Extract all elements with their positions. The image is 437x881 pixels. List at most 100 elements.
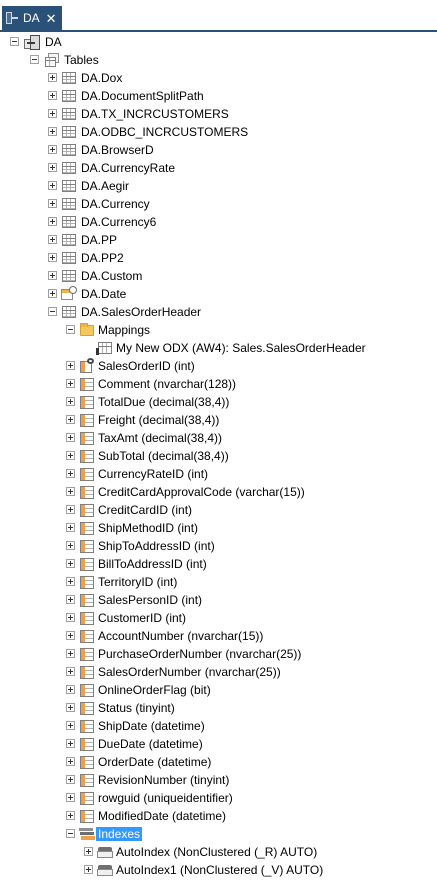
tree-node-label: SalesOrderID (int) xyxy=(98,359,195,373)
expand-toggle[interactable] xyxy=(66,595,75,604)
tab-da[interactable]: DA ✕ xyxy=(2,6,62,30)
expand-toggle[interactable] xyxy=(48,145,57,154)
expand-toggle[interactable] xyxy=(48,217,57,226)
expand-toggle[interactable] xyxy=(66,451,75,460)
expand-toggle[interactable] xyxy=(48,127,57,136)
collapse-toggle[interactable] xyxy=(66,325,75,334)
tree-node-column[interactable]: TerritoryID (int) xyxy=(0,573,437,591)
table-icon xyxy=(61,214,77,230)
project-tree[interactable]: DA Tables DA.Dox DA.DocumentSplitPath DA.T… xyxy=(0,32,437,881)
expand-toggle[interactable] xyxy=(66,685,75,694)
expand-toggle[interactable] xyxy=(66,541,75,550)
tree-node-tables[interactable]: Tables xyxy=(0,51,437,69)
tree-node-table-selected[interactable]: DA.SalesOrderHeader xyxy=(0,303,437,321)
expand-toggle[interactable] xyxy=(66,523,75,532)
tree-node-table[interactable]: DA.PP2 xyxy=(0,249,437,267)
tree-node-table[interactable]: DA.BrowserD xyxy=(0,141,437,159)
tree-node-column[interactable]: SalesOrderNumber (nvarchar(25)) xyxy=(0,663,437,681)
expand-toggle[interactable] xyxy=(66,703,75,712)
expand-toggle[interactable] xyxy=(66,793,75,802)
tree-node-table[interactable]: DA.ODBC_INCRCUSTOMERS xyxy=(0,123,437,141)
expand-toggle[interactable] xyxy=(48,73,57,82)
tree-node-column[interactable]: BillToAddressID (int) xyxy=(0,555,437,573)
expand-toggle[interactable] xyxy=(66,775,75,784)
expand-toggle[interactable] xyxy=(48,181,57,190)
expand-toggle[interactable] xyxy=(66,379,75,388)
tree-node-table[interactable]: DA.Dox xyxy=(0,69,437,87)
tree-node-column[interactable]: SalesOrderID (int) xyxy=(0,357,437,375)
expand-toggle[interactable] xyxy=(66,667,75,676)
tree-node-column[interactable]: OnlineOrderFlag (bit) xyxy=(0,681,437,699)
tree-node-column[interactable]: PurchaseOrderNumber (nvarchar(25)) xyxy=(0,645,437,663)
expand-toggle[interactable] xyxy=(84,847,93,856)
tree-node-table[interactable]: DA.Date xyxy=(0,285,437,303)
tree-node-table[interactable]: DA.Aegir xyxy=(0,177,437,195)
tree-node-mappings[interactable]: Mappings xyxy=(0,321,437,339)
expand-toggle[interactable] xyxy=(48,109,57,118)
tree-node-column[interactable]: Comment (nvarchar(128)) xyxy=(0,375,437,393)
tree-node-index[interactable]: AutoIndex (NonClustered (_R) AUTO) xyxy=(0,843,437,861)
expand-toggle[interactable] xyxy=(48,235,57,244)
tree-node-table[interactable]: DA.Currency xyxy=(0,195,437,213)
tree-node-column[interactable]: AccountNumber (nvarchar(15)) xyxy=(0,627,437,645)
tree-node-column[interactable]: rowguid (uniqueidentifier) xyxy=(0,789,437,807)
close-icon[interactable]: ✕ xyxy=(46,12,57,25)
table-icon xyxy=(61,250,77,266)
expand-toggle[interactable] xyxy=(66,631,75,640)
expand-toggle[interactable] xyxy=(66,649,75,658)
expand-toggle[interactable] xyxy=(66,397,75,406)
expand-toggle[interactable] xyxy=(66,505,75,514)
expand-toggle[interactable] xyxy=(66,739,75,748)
tree-node-index[interactable]: AutoIndex1 (NonClustered (_V) AUTO) xyxy=(0,861,437,879)
expand-toggle[interactable] xyxy=(84,865,93,874)
tree-node-column[interactable]: TotalDue (decimal(38,4)) xyxy=(0,393,437,411)
expand-toggle[interactable] xyxy=(66,469,75,478)
tree-node-column[interactable]: Freight (decimal(38,4)) xyxy=(0,411,437,429)
tree-node-root[interactable]: DA xyxy=(0,33,437,51)
tree-node-column[interactable]: ModifiedDate (datetime) xyxy=(0,807,437,825)
tree-node-label: DueDate (datetime) xyxy=(98,737,203,751)
tree-node-column[interactable]: Status (tinyint) xyxy=(0,699,437,717)
expand-toggle[interactable] xyxy=(66,757,75,766)
expand-toggle[interactable] xyxy=(48,91,57,100)
expand-toggle[interactable] xyxy=(66,559,75,568)
expand-toggle[interactable] xyxy=(66,415,75,424)
expand-toggle[interactable] xyxy=(48,253,57,262)
collapse-toggle[interactable] xyxy=(48,307,57,316)
expand-toggle[interactable] xyxy=(48,289,57,298)
tree-node-column[interactable]: OrderDate (datetime) xyxy=(0,753,437,771)
expand-toggle[interactable] xyxy=(66,433,75,442)
tree-node-column[interactable]: SalesPersonID (int) xyxy=(0,591,437,609)
tree-node-table[interactable]: DA.CurrencyRate xyxy=(0,159,437,177)
tree-node-column[interactable]: CreditCardID (int) xyxy=(0,501,437,519)
tree-node-column[interactable]: DueDate (datetime) xyxy=(0,735,437,753)
tree-node-table[interactable]: DA.TX_INCRCUSTOMERS xyxy=(0,105,437,123)
expand-toggle[interactable] xyxy=(66,721,75,730)
expand-toggle[interactable] xyxy=(66,811,75,820)
tree-node-table[interactable]: DA.Currency6 xyxy=(0,213,437,231)
expand-toggle[interactable] xyxy=(66,361,75,370)
collapse-toggle[interactable] xyxy=(10,37,19,46)
tree-node-column[interactable]: SubTotal (decimal(38,4)) xyxy=(0,447,437,465)
tree-node-table[interactable]: DA.PP xyxy=(0,231,437,249)
tree-node-column[interactable]: ShipDate (datetime) xyxy=(0,717,437,735)
tree-node-column[interactable]: CurrencyRateID (int) xyxy=(0,465,437,483)
expand-toggle[interactable] xyxy=(48,271,57,280)
tree-node-column[interactable]: ShipMethodID (int) xyxy=(0,519,437,537)
expand-toggle[interactable] xyxy=(66,487,75,496)
expand-toggle[interactable] xyxy=(48,199,57,208)
collapse-toggle[interactable] xyxy=(66,829,75,838)
tree-node-table[interactable]: DA.DocumentSplitPath xyxy=(0,87,437,105)
tree-node-indexes[interactable]: Indexes xyxy=(0,825,437,843)
expand-toggle[interactable] xyxy=(66,577,75,586)
tree-node-column[interactable]: TaxAmt (decimal(38,4)) xyxy=(0,429,437,447)
expand-toggle[interactable] xyxy=(48,163,57,172)
tree-node-column[interactable]: CustomerID (int) xyxy=(0,609,437,627)
tree-node-column[interactable]: RevisionNumber (tinyint) xyxy=(0,771,437,789)
collapse-toggle[interactable] xyxy=(30,55,39,64)
tree-node-column[interactable]: CreditCardApprovalCode (varchar(15)) xyxy=(0,483,437,501)
tree-node-mapping[interactable]: My New ODX (AW4): Sales.SalesOrderHeader xyxy=(0,339,437,357)
tree-node-table[interactable]: DA.Custom xyxy=(0,267,437,285)
tree-node-column[interactable]: ShipToAddressID (int) xyxy=(0,537,437,555)
expand-toggle[interactable] xyxy=(66,613,75,622)
